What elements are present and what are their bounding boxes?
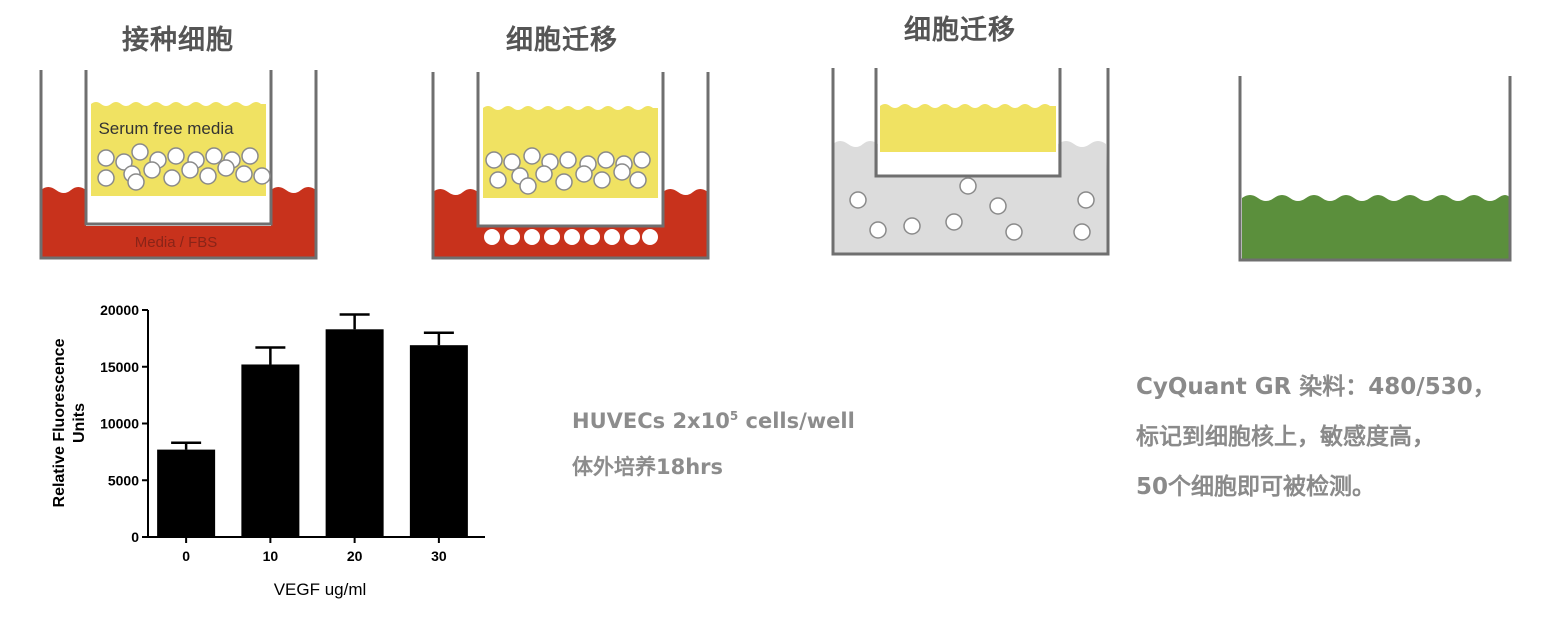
x-tick-label: 10 — [263, 548, 279, 564]
vegf-fluorescence-chart: 0 5000 10000 15000 20000 0 10 20 30 Relative Fl… — [51, 302, 485, 599]
well-cyquant-diagram — [1238, 76, 1512, 262]
y-tick-label: 0 — [131, 529, 139, 545]
culture-conditions-caption: HUVECs 2x105 cells/well 体外培养18hrs — [572, 393, 855, 490]
bar-30 — [409, 345, 468, 537]
y-tick-label: 5000 — [108, 472, 139, 488]
well-seeding-diagram: Serum free media Media / FBS — [39, 70, 318, 260]
cyquant-line-2: 标记到细胞核上，敏感度高， — [1136, 424, 1435, 450]
media-fbs-label: Media / FBS — [135, 234, 218, 251]
serum-free-media-fill — [880, 104, 1056, 152]
y-axis-ticks: 0 5000 10000 15000 20000 — [100, 302, 148, 545]
cyquant-line-3: 50个细胞即可被检测。 — [1136, 474, 1376, 500]
x-tick-label: 20 — [347, 548, 363, 564]
bars-group — [157, 313, 468, 537]
x-tick-label: 0 — [182, 548, 190, 564]
culture-time-line: 体外培养18hrs — [572, 455, 724, 479]
insert-membrane-area — [86, 196, 271, 224]
serum-free-media-label: Serum free media — [98, 119, 234, 138]
panel-title-migration: 细胞迁移 — [506, 25, 618, 56]
cell-density-line: HUVECs 2x105 cells/well — [572, 409, 855, 433]
bar-0 — [157, 449, 216, 537]
y-tick-label: 15000 — [100, 359, 139, 375]
panel-title-migration-2: 细胞迁移 — [904, 15, 1016, 46]
bar-20 — [325, 329, 384, 537]
y-tick-label: 20000 — [100, 302, 139, 318]
well-detached-cells-diagram — [831, 68, 1110, 256]
panel-title-seeding: 接种细胞 — [122, 25, 234, 56]
well-migration-diagram — [431, 72, 710, 260]
cyquant-line-1: CyQuant GR 染料：480/530， — [1136, 374, 1496, 400]
cyquant-dye-fill — [1242, 195, 1510, 260]
migrated-cells-under-membrane — [484, 229, 658, 245]
y-tick-label: 10000 — [100, 416, 139, 432]
y-axis-label-line1: Relative Fluorescence — [51, 338, 68, 507]
y-axis-label-line2: Units — [71, 403, 88, 443]
cyquant-caption: CyQuant GR 染料：480/530， 标记到细胞核上，敏感度高， 50个… — [1136, 362, 1496, 512]
media-fbs-fill — [433, 189, 708, 258]
x-tick-label: 30 — [431, 548, 447, 564]
bar-10 — [241, 364, 300, 537]
x-axis-ticks: 0 10 20 30 — [182, 537, 447, 564]
x-axis-label: VEGF ug/ml — [274, 580, 367, 599]
